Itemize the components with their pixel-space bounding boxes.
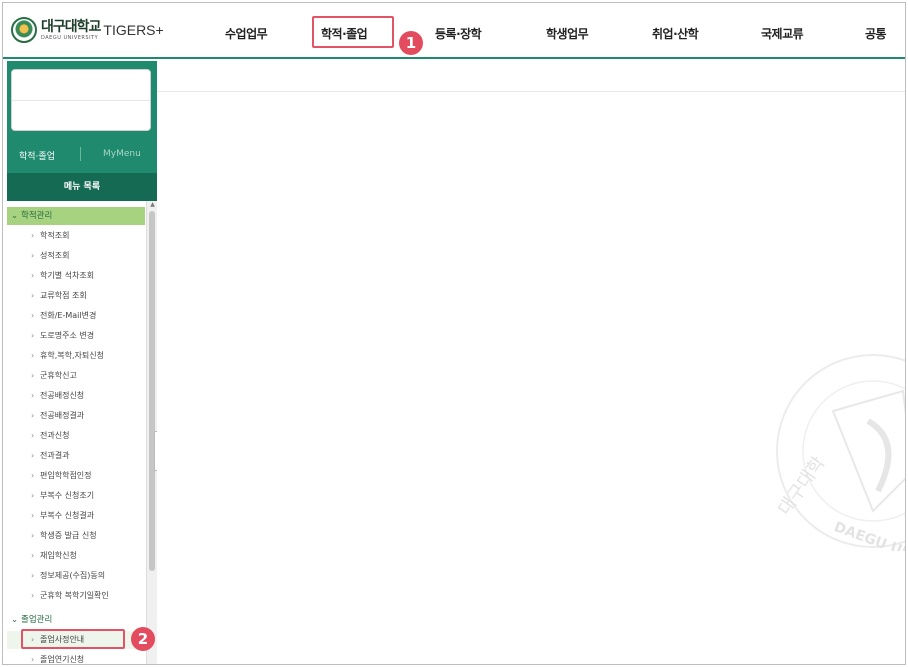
menu-item[interactable]: › 전과결과 (7, 447, 145, 465)
scrollbar-thumb[interactable] (149, 211, 155, 571)
chevron-right-icon: › (31, 251, 35, 260)
chevron-right-icon: › (31, 451, 35, 460)
app-window: 대구대학교 DAEGU UNIVERSITY TIGERS+ 수업업무 학적·졸… (2, 2, 906, 665)
chevron-down-icon: ⌄ (11, 211, 19, 221)
menu-item-label: 정보제공(수집)동의 (40, 571, 106, 580)
menu-item-label: 부복수 신청조기 (40, 491, 95, 500)
menu-item[interactable]: › 학적조회 (7, 227, 145, 245)
step-1-badge: 1 (399, 31, 423, 55)
menu-item[interactable]: › 교류학점 조회 (7, 287, 145, 305)
chevron-right-icon: › (31, 531, 35, 540)
top-navigation-bar: 대구대학교 DAEGU UNIVERSITY TIGERS+ 수업업무 학적·졸… (3, 3, 905, 59)
menu-item-label: 전과신청 (40, 431, 70, 440)
nav-item-employment[interactable]: 취업·산학 (652, 25, 699, 42)
menu-item-label: 졸업연기신청 (40, 655, 85, 664)
menu-item[interactable]: › 편입학학점인정 (7, 467, 145, 485)
chevron-right-icon: › (31, 471, 35, 480)
scroll-up-arrow-icon[interactable]: ▲ (148, 201, 157, 209)
menu-group-label: 졸업관리 (21, 615, 53, 625)
chevron-right-icon: › (31, 311, 35, 320)
chevron-right-icon: › (31, 655, 35, 664)
chevron-right-icon: › (31, 391, 35, 400)
menu-item-label: 휴학,복학,자퇴신청 (40, 351, 104, 360)
nav-item-student-affairs[interactable]: 학생업무 (546, 25, 589, 42)
chevron-right-icon: › (31, 591, 35, 600)
chevron-right-icon: › (31, 351, 35, 360)
menu-item[interactable]: › 재입학신청 (7, 547, 145, 565)
menu-group-label: 학적관리 (21, 211, 53, 221)
menu-item[interactable]: › 부복수 신청결과 (7, 507, 145, 525)
menu-item[interactable]: › 전화/E-Mail변경 (7, 307, 145, 325)
menu-item[interactable]: › 정보제공(수집)동의 (7, 567, 145, 585)
menu-item[interactable]: › 군휴학 복학기일확인 (7, 587, 145, 605)
nav-item-registration[interactable]: 등록·장학 (435, 25, 482, 42)
nav-item-common[interactable]: 공통 (865, 25, 887, 42)
menu-tree: ⌄ 학적관리 › 학적조회 › 성적조회 › 학기별 석차조회 › 교류학점 조회 › 전화… (7, 205, 145, 664)
menu-item-label: 재입학신청 (40, 551, 77, 560)
menu-item[interactable]: › 졸업연기신청 (7, 651, 145, 664)
chevron-right-icon: › (31, 551, 35, 560)
menu-item[interactable]: › 전과신청 (7, 427, 145, 445)
menu-item-label: 도로명주소 변경 (40, 331, 95, 340)
menu-item-label: 전화/E-Mail변경 (40, 311, 97, 320)
menu-item-label: 성적조회 (40, 251, 70, 260)
chevron-right-icon: › (31, 511, 35, 520)
menu-item-label: 학적조회 (40, 231, 70, 240)
step-2-badge: 2 (131, 627, 155, 651)
menu-item[interactable]: › 휴학,복학,자퇴신청 (7, 347, 145, 365)
nav-item-international[interactable]: 국제교류 (761, 25, 804, 42)
university-seal-watermark: 대구대학 DAEGU UNIVERSITY (774, 354, 906, 551)
chevron-right-icon: › (31, 371, 35, 380)
menu-item-label: 교류학점 조회 (40, 291, 87, 300)
menu-item-label: 전공배정신청 (40, 391, 85, 400)
menu-item[interactable]: › 전공배정신청 (7, 387, 145, 405)
chevron-right-icon: › (31, 491, 35, 500)
menu-item[interactable]: › 성적조회 (7, 247, 145, 265)
watermark-en-text: DAEGU UNIVERSITY (832, 519, 906, 551)
menu-item-label: 학기별 석차조회 (40, 271, 95, 280)
chevron-right-icon: › (31, 291, 35, 300)
user-profile-box (11, 69, 151, 131)
highlight-box-step1 (312, 16, 394, 48)
main-content-area: 대구대학 DAEGU UNIVERSITY (157, 61, 906, 664)
menu-item-label: 전과결과 (40, 451, 70, 460)
menu-list-header: 메뉴 목록 (7, 173, 157, 201)
chevron-right-icon: › (31, 271, 35, 280)
chevron-right-icon: › (31, 331, 35, 340)
sidebar-header: 학적·졸업 MyMenu 메뉴 목록 (7, 61, 157, 201)
menu-item-label: 편입학학점인정 (40, 471, 92, 480)
main-menu: 수업업무 학적·졸업 등록·장학 학생업무 취업·산학 국제교류 공통 (3, 25, 905, 45)
menu-item[interactable]: › 부복수 신청조기 (7, 487, 145, 505)
nav-item-classes[interactable]: 수업업무 (225, 25, 268, 42)
sidebar: 학적·졸업 MyMenu 메뉴 목록 ⌄ 학적관리 › 학적조회 › 성적조회 › 학기… (7, 61, 157, 664)
menu-item-label: 학생증 발급 신청 (40, 531, 97, 540)
content-divider (157, 91, 905, 92)
tab-divider (80, 147, 81, 161)
menu-item[interactable]: › 학기별 석차조회 (7, 267, 145, 285)
highlight-box-step2 (21, 629, 125, 649)
menu-item-label: 군휴학신고 (40, 371, 77, 380)
chevron-down-icon: ⌄ (11, 615, 19, 625)
menu-item-label: 군휴학 복학기일확인 (40, 591, 109, 600)
menu-item[interactable]: › 학생증 발급 신청 (7, 527, 145, 545)
menu-item[interactable]: › 전공배정결과 (7, 407, 145, 425)
chevron-right-icon: › (31, 571, 35, 580)
chevron-right-icon: › (31, 431, 35, 440)
menu-item-label: 전공배정결과 (40, 411, 85, 420)
menu-item[interactable]: › 도로명주소 변경 (7, 327, 145, 345)
menu-item[interactable]: › 군휴학신고 (7, 367, 145, 385)
menu-group-academic-management[interactable]: ⌄ 학적관리 (7, 207, 145, 225)
tab-my-menu[interactable]: MyMenu (103, 149, 141, 159)
tab-academic-records[interactable]: 학적·졸업 (19, 149, 55, 162)
menu-group-graduation-management[interactable]: ⌄ 졸업관리 (7, 611, 145, 629)
chevron-right-icon: › (31, 231, 35, 240)
chevron-right-icon: › (31, 411, 35, 420)
menu-item-label: 부복수 신청결과 (40, 511, 95, 520)
